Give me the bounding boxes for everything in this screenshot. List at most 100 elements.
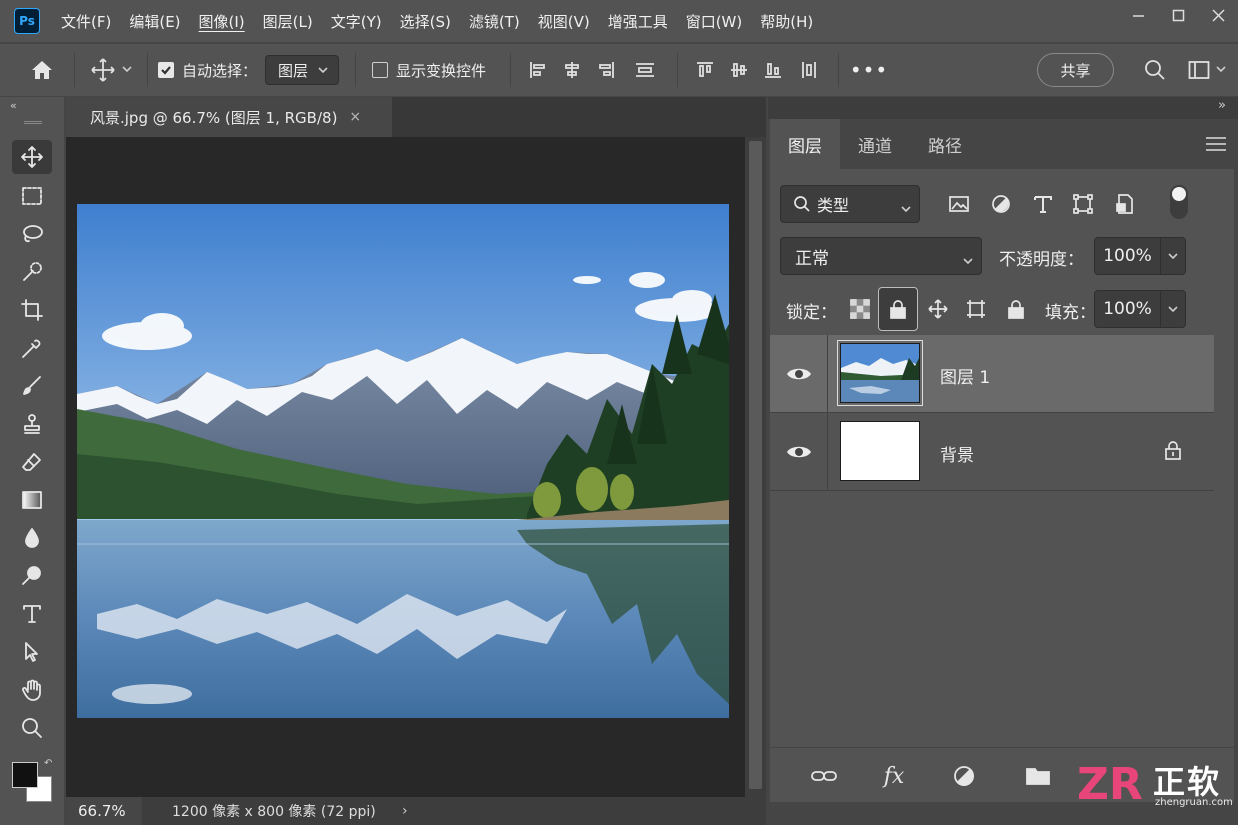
lock-transparent-button[interactable] <box>840 287 880 331</box>
menu-view[interactable]: 视图(V) <box>529 0 599 42</box>
close-tab-icon[interactable]: × <box>349 109 361 125</box>
align-vcenter-button[interactable] <box>722 50 756 90</box>
minimize-button[interactable] <box>1118 0 1158 30</box>
align-bottom-button[interactable] <box>756 50 790 90</box>
filter-adjustment-button[interactable] <box>990 193 1014 217</box>
filter-toggle[interactable] <box>1170 185 1188 219</box>
fill-field[interactable]: 100% <box>1094 290 1186 328</box>
marquee-tool[interactable] <box>12 179 52 213</box>
dodge-icon <box>22 566 41 585</box>
hamburger-icon <box>1206 137 1226 151</box>
zoom-level[interactable]: 66.7% <box>66 797 142 825</box>
lock-artboard-button[interactable] <box>956 287 996 331</box>
quick-selection-tool[interactable] <box>12 255 52 289</box>
share-button[interactable]: 共享 <box>1037 53 1114 87</box>
panel-menu-button[interactable] <box>1206 137 1226 155</box>
filter-shape-button[interactable] <box>1072 193 1096 217</box>
align-left-button[interactable] <box>521 50 555 90</box>
collapse-panels-icon[interactable]: » <box>1218 98 1226 113</box>
move-tool-preset[interactable] <box>85 50 137 90</box>
lasso-tool[interactable] <box>12 217 52 251</box>
align-hcenter-icon <box>565 62 579 78</box>
gradient-tool[interactable] <box>12 483 52 517</box>
distribute-button[interactable] <box>790 50 828 90</box>
fill-value[interactable]: 100% <box>1095 291 1161 327</box>
swap-colors-icon[interactable]: ↶ <box>44 758 52 769</box>
zoom-tool[interactable] <box>12 711 52 745</box>
chevron-right-icon[interactable]: › <box>402 803 408 819</box>
lock-pixels-button[interactable] <box>878 287 918 331</box>
menu-help[interactable]: 帮助(H) <box>751 0 822 42</box>
opacity-value[interactable]: 100% <box>1095 238 1161 274</box>
menu-file[interactable]: 文件(F) <box>52 0 120 42</box>
search-button[interactable] <box>1140 50 1170 90</box>
align-top-button[interactable] <box>688 50 722 90</box>
auto-select-dropdown[interactable]: 图层 <box>265 55 340 85</box>
document-tab[interactable]: 风景.jpg @ 66.7% (图层 1, RGB/8) × <box>66 97 392 137</box>
move-tool[interactable] <box>12 140 52 174</box>
menu-type[interactable]: 文字(Y) <box>322 0 391 42</box>
crop-tool[interactable] <box>12 293 52 327</box>
menu-select[interactable]: 选择(S) <box>391 0 460 42</box>
chevron-down-icon[interactable] <box>1161 304 1185 314</box>
vertical-scrollbar[interactable] <box>745 137 766 797</box>
hand-tool[interactable] <box>12 673 52 707</box>
maximize-button[interactable] <box>1158 0 1198 30</box>
menu-window[interactable]: 窗口(W) <box>677 0 752 42</box>
filter-smart-object-button[interactable] <box>1114 193 1138 217</box>
folder-icon <box>1026 768 1050 785</box>
close-button[interactable] <box>1198 0 1238 30</box>
layer-name[interactable]: 背景 <box>940 441 974 466</box>
type-tool[interactable] <box>12 597 52 631</box>
align-distribute-button[interactable] <box>623 50 667 90</box>
menu-edit[interactable]: 编辑(E) <box>120 0 189 42</box>
visibility-toggle[interactable] <box>770 335 828 413</box>
lock-position-button[interactable] <box>918 287 958 331</box>
tab-paths[interactable]: 路径 <box>910 119 980 169</box>
filter-kind-dropdown[interactable]: 类型 <box>780 185 920 223</box>
tab-layers[interactable]: 图层 <box>770 119 840 169</box>
new-adjustment-layer-button[interactable] <box>944 760 984 792</box>
stamp-tool[interactable] <box>12 407 52 441</box>
color-swatches[interactable]: ↶ <box>12 758 56 806</box>
filter-type-button[interactable] <box>1032 193 1056 217</box>
visibility-toggle[interactable] <box>770 413 828 491</box>
menu-image[interactable]: 图像(I) <box>190 0 254 42</box>
chevron-down-icon[interactable] <box>1161 251 1185 261</box>
menu-filter[interactable]: 滤镜(T) <box>460 0 529 42</box>
layer-name[interactable]: 图层 1 <box>940 363 990 388</box>
blend-mode-dropdown[interactable]: 正常 <box>780 237 982 275</box>
dodge-tool[interactable] <box>12 559 52 593</box>
layer-row[interactable]: 背景 <box>770 413 1214 491</box>
lock-all-button[interactable] <box>996 287 1036 331</box>
home-button[interactable] <box>20 50 64 90</box>
path-selection-tool[interactable] <box>12 635 52 669</box>
more-options-button[interactable]: ••• <box>849 50 889 90</box>
layer-style-button[interactable]: fx <box>874 760 914 792</box>
menu-plugins[interactable]: 增强工具 <box>599 0 677 42</box>
align-top-icon <box>697 62 714 77</box>
scrollbar-thumb[interactable] <box>749 141 762 789</box>
eyedropper-tool[interactable] <box>12 331 52 365</box>
menu-layer[interactable]: 图层(L) <box>254 0 322 42</box>
tab-channels[interactable]: 通道 <box>840 119 910 169</box>
layer-row[interactable]: 图层 1 <box>770 335 1214 413</box>
align-hcenter-button[interactable] <box>555 50 589 90</box>
link-layers-button[interactable] <box>804 760 844 792</box>
opacity-field[interactable]: 100% <box>1094 237 1186 275</box>
document-image[interactable] <box>77 204 729 718</box>
collapse-icon[interactable]: « <box>10 99 17 112</box>
new-group-button[interactable] <box>1018 760 1058 792</box>
foreground-color[interactable] <box>12 762 38 788</box>
workspace-button[interactable] <box>1184 50 1230 90</box>
toolbar-grip[interactable] <box>24 121 42 124</box>
eraser-tool[interactable] <box>12 445 52 479</box>
filter-pixel-button[interactable] <box>948 193 972 217</box>
more-icon: ••• <box>849 58 889 82</box>
align-right-button[interactable] <box>589 50 623 90</box>
auto-select-checkbox[interactable] <box>158 62 174 78</box>
blur-tool[interactable] <box>12 521 52 555</box>
brush-tool[interactable] <box>12 369 52 403</box>
show-transform-checkbox[interactable] <box>372 62 389 78</box>
landscape-image <box>77 204 729 718</box>
